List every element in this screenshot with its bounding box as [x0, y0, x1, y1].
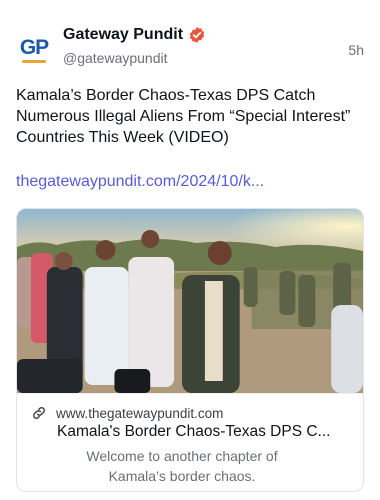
post-text: Kamala’s Border Chaos-Texas DPS Catch Nu… [16, 87, 351, 146]
post-link[interactable]: thegatewaypundit.com/2024/10/k... [16, 173, 264, 191]
author-handle[interactable]: @gatewaypundit [63, 50, 206, 66]
post[interactable]: GP Gateway Pundit @gatewaypundit 5h Kama… [0, 0, 380, 500]
avatar[interactable]: GP [16, 30, 52, 66]
post-timestamp[interactable]: 5h [348, 42, 364, 58]
card-image[interactable] [17, 209, 363, 393]
post-header: GP Gateway Pundit @gatewaypundit 5h [16, 22, 364, 72]
card-domain: www.thegatewaypundit.com [56, 405, 224, 421]
card-title[interactable]: Kamala's Border Chaos-Texas DPS C... [57, 423, 349, 441]
link-preview-card[interactable]: www.thegatewaypundit.com Kamala's Border… [16, 208, 364, 492]
link-icon [31, 405, 47, 421]
verified-badge-icon [188, 26, 206, 44]
card-domain-row: www.thegatewaypundit.com [31, 405, 223, 421]
card-description: Welcome to another chapter of Kamala’s b… [86, 448, 278, 484]
avatar-logo: GP [19, 36, 49, 63]
card-info[interactable]: www.thegatewaypundit.com Kamala's Border… [17, 393, 363, 491]
author-name[interactable]: Gateway Pundit [63, 26, 183, 44]
author-info[interactable]: Gateway Pundit @gatewaypundit [63, 26, 206, 66]
news-photo-icon [17, 209, 363, 393]
